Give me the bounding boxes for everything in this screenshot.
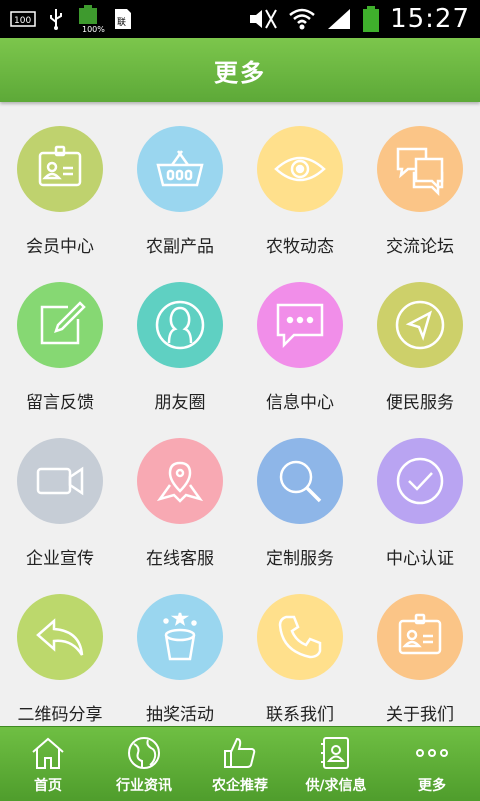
magnifier-icon [257,438,343,524]
grid-item-label: 企业宣传 [26,549,94,569]
grid-item-lottery[interactable]: 抽奖活动 [120,572,240,726]
battery-percent: 100% [82,25,105,34]
nav-item-supply-demand[interactable]: 供/求信息 [288,727,384,801]
video-camera-icon [17,438,103,524]
nav-item-more[interactable]: 更多 [384,727,480,801]
nav-label: 供/求信息 [305,778,367,794]
navigation-icon [377,282,463,368]
grid-item-label: 信息中心 [266,393,334,413]
grid-item-agri-news[interactable]: 农牧动态 [240,104,360,260]
grid-item-public-service[interactable]: 便民服务 [360,260,480,416]
nav-label: 更多 [418,778,446,794]
id-badge-icon [377,594,463,680]
friend-profile-icon [137,282,223,368]
signal-icon [326,7,352,31]
grid-item-label: 农牧动态 [266,237,334,257]
battery-full-icon [362,5,380,33]
grid-item-label: 会员中心 [26,237,94,257]
phone-icon [257,594,343,680]
mute-icon [248,8,278,30]
member-card-icon [17,126,103,212]
message-icon [257,282,343,368]
nav-item-home[interactable]: 首页 [0,727,96,801]
grid-item-feedback[interactable]: 留言反馈 [0,260,120,416]
svg-text:100: 100 [14,16,31,26]
basket-icon [137,126,223,212]
header-bar: 更多 [0,38,480,102]
share-arrow-icon [17,594,103,680]
nav-label: 行业资讯 [116,778,172,794]
nav-item-industry-news[interactable]: 行业资讯 [96,727,192,801]
grid-item-label: 朋友圈 [154,393,206,413]
grid-item-label: 在线客服 [146,549,214,569]
grid-item-forum[interactable]: 交流论坛 [360,104,480,260]
eye-icon [257,126,343,212]
more-dots-icon [414,734,450,772]
grid-item-qr-share[interactable]: 二维码分享 [0,572,120,726]
grid-item-label: 农副产品 [146,237,214,257]
grid-item-label: 定制服务 [266,549,334,569]
grid-item-farm-products[interactable]: 农副产品 [120,104,240,260]
grid-item-label: 便民服务 [386,393,454,413]
grid-item-label: 留言反馈 [26,393,94,413]
page-title: 更多 [214,58,266,87]
globe-icon [126,734,162,772]
bottom-nav: 首页 行业资讯 农企推荐 供/求信息 更多 [0,726,480,801]
home-icon [30,734,66,772]
grid-item-contact-us[interactable]: 联系我们 [240,572,360,726]
feature-grid: 会员中心 农副产品 农牧动态 交流论坛 留言反馈 朋友圈 信息中心 便民服务 企… [0,104,480,726]
check-circle-icon [377,438,463,524]
grid-item-company-promo[interactable]: 企业宣传 [0,416,120,572]
grid-item-friends[interactable]: 朋友圈 [120,260,240,416]
nav-label: 农企推荐 [212,778,268,794]
edit-note-icon [17,282,103,368]
grid-item-info-center[interactable]: 信息中心 [240,260,360,416]
sd-icon: 联 [112,7,134,31]
grid-item-certification[interactable]: 中心认证 [360,416,480,572]
nav-label: 首页 [34,778,62,794]
grid-item-online-support[interactable]: 在线客服 [120,416,240,572]
sim-icon: 100 [10,10,36,28]
grid-item-custom-service[interactable]: 定制服务 [240,416,360,572]
status-bar: 100 联 100% 15:27 [0,0,480,38]
wifi-icon [288,7,316,31]
grid-item-label: 中心认证 [386,549,454,569]
grid-item-member-center[interactable]: 会员中心 [0,104,120,260]
svg-text:联: 联 [117,17,126,28]
thumbs-up-icon [222,734,258,772]
clock: 15:27 [390,4,470,34]
magic-hat-icon [137,594,223,680]
grid-item-label: 抽奖活动 [146,705,214,725]
usb-icon [48,8,64,30]
grid-item-label: 联系我们 [266,705,334,725]
nav-item-recommended-enterprises[interactable]: 农企推荐 [192,727,288,801]
grid-item-label: 交流论坛 [386,237,454,257]
grid-item-label: 关于我们 [386,705,454,725]
grid-item-label: 二维码分享 [17,705,103,725]
contacts-book-icon [318,734,354,772]
grid-item-about-us[interactable]: 关于我们 [360,572,480,726]
map-pin-icon [137,438,223,524]
chat-bubbles-icon [377,126,463,212]
